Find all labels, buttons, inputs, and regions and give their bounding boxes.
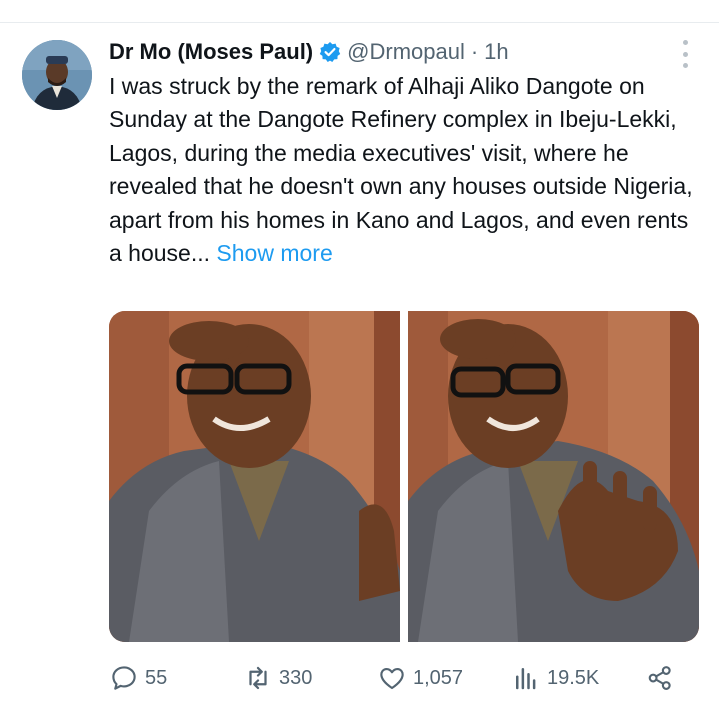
author-handle[interactable]: @Drmopaul (347, 39, 465, 65)
tweet-header: Dr Mo (Moses Paul) @Drmopaul · 1h (109, 36, 509, 68)
author-name[interactable]: Dr Mo (Moses Paul) (109, 39, 313, 65)
repost-button[interactable]: 330 (243, 660, 312, 696)
views-icon (516, 668, 536, 690)
reply-icon (112, 666, 136, 690)
tweet-timestamp[interactable]: 1h (484, 39, 508, 65)
tweet-text: I was struck by the remark of Alhaji Ali… (109, 70, 699, 270)
views-count: 19.5K (547, 666, 600, 689)
share-icon (648, 666, 671, 690)
show-more-link[interactable]: Show more (216, 240, 332, 266)
views-button[interactable]: 19.5K (511, 660, 599, 696)
meta-separator: · (470, 39, 479, 64)
reply-button[interactable]: 55 (109, 660, 167, 696)
like-count: 1,057 (413, 666, 464, 689)
top-divider (0, 0, 719, 23)
repost-icon (249, 666, 267, 690)
share-button[interactable] (645, 660, 681, 696)
tweet-actions: 55 330 1,057 19.5K (109, 660, 699, 696)
verified-badge-icon (319, 41, 341, 63)
like-icon (380, 667, 404, 690)
avatar[interactable] (22, 40, 92, 110)
tweet-photo-1[interactable] (109, 311, 400, 642)
more-options-icon[interactable] (676, 40, 694, 68)
tweet-photo-2[interactable] (408, 311, 699, 642)
media-grid (109, 311, 699, 642)
tweet-body: I was struck by the remark of Alhaji Ali… (109, 73, 693, 267)
repost-count: 330 (279, 666, 313, 689)
reply-count: 55 (145, 666, 168, 689)
like-button[interactable]: 1,057 (377, 660, 463, 696)
